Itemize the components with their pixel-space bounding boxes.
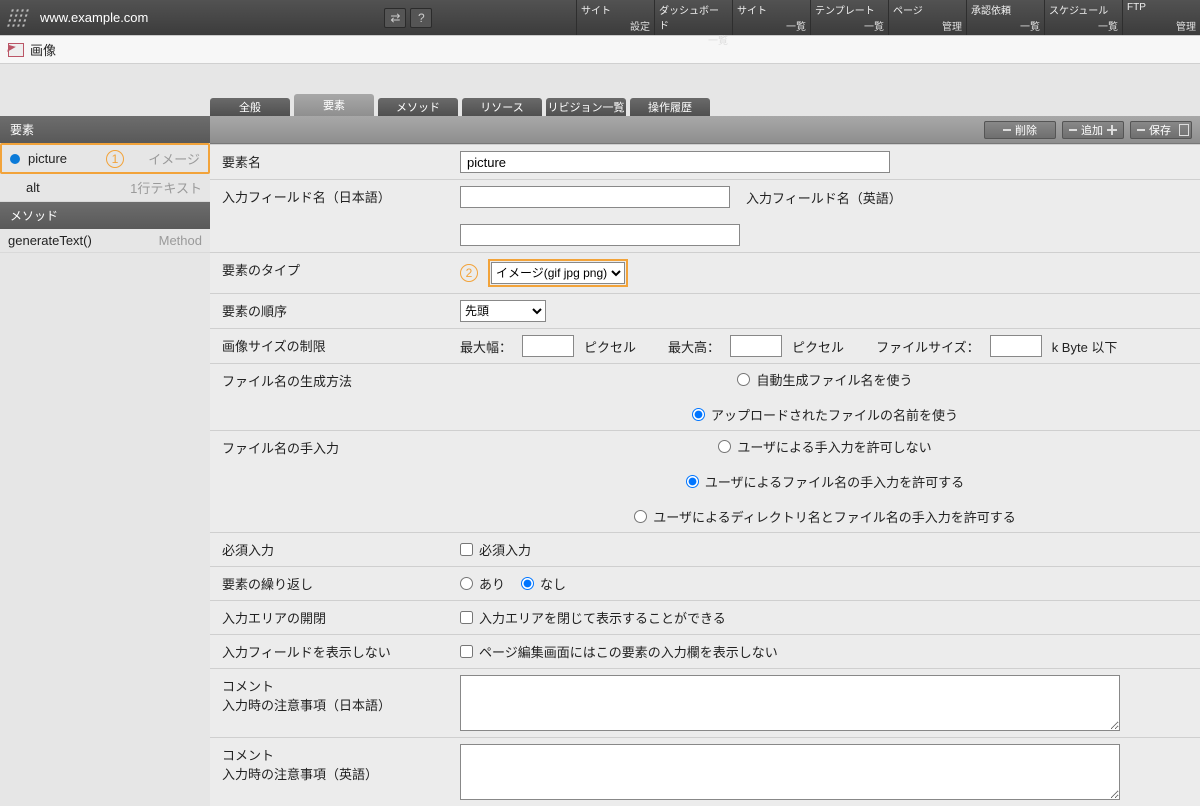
field-en-input[interactable]	[460, 224, 740, 246]
comment-jp-textarea[interactable]	[460, 675, 1120, 731]
nav-site-list[interactable]: サイト一覧	[732, 0, 810, 35]
plus-icon	[1107, 125, 1117, 135]
row-filename-manual: ファイル名の手入力 ユーザによる手入力を許可しない ユーザによるファイル名の手入…	[210, 431, 1200, 533]
topbar-spacer: ⇄ ?	[164, 0, 576, 35]
nav-dashboard[interactable]: ダッシュボード一覧	[654, 0, 732, 35]
help-icon[interactable]: ?	[410, 8, 432, 28]
top-bar: www.example.com ⇄ ? サイト設定 ダッシュボード一覧 サイト一…	[0, 0, 1200, 36]
comment-en-textarea[interactable]	[460, 744, 1120, 800]
callout-2: 2	[460, 264, 478, 282]
content: 全般 要素 メソッド リソース リビジョン一覧 操作履歴 削除 追加 保存 要素…	[210, 64, 1200, 806]
row-comment-en: コメント 入力時の注意事項（英語）	[210, 738, 1200, 806]
tab-method[interactable]: メソッド	[378, 98, 458, 116]
element-name-input[interactable]	[460, 151, 890, 173]
callout-1: 1	[106, 150, 124, 168]
tab-resource[interactable]: リソース	[462, 98, 542, 116]
row-element-name: 要素名	[210, 145, 1200, 180]
app-logo	[0, 0, 36, 36]
delete-button[interactable]: 削除	[984, 121, 1056, 139]
toolbar: 削除 追加 保存	[210, 116, 1200, 144]
minus-icon	[1069, 129, 1077, 131]
nav-approval[interactable]: 承認依頼一覧	[966, 0, 1044, 35]
sidebar-item-alt[interactable]: alt 1行テキスト	[0, 174, 210, 202]
sidebar-head-elements: 要素	[0, 116, 210, 143]
site-url: www.example.com	[36, 0, 164, 35]
minus-icon	[1137, 129, 1145, 131]
row-size-limit: 画像サイズの制限 最大幅： ピクセル 最大高： ピクセル ファイルサイズ： k …	[210, 329, 1200, 364]
element-type-select[interactable]: イメージ(gif jpg png)	[491, 262, 625, 284]
field-jp-input[interactable]	[460, 186, 730, 208]
hide-checkbox[interactable]: ページ編集画面にはこの要素の入力欄を表示しない	[460, 642, 778, 661]
row-comment-jp: コメント 入力時の注意事項（日本語）	[210, 669, 1200, 738]
page-title: 画像	[30, 40, 56, 59]
top-nav: サイト設定 ダッシュボード一覧 サイト一覧 テンプレート一覧 ページ管理 承認依…	[576, 0, 1200, 35]
row-hide-field: 入力フィールドを表示しない ページ編集画面にはこの要素の入力欄を表示しない	[210, 635, 1200, 669]
repeat-yes[interactable]: あり	[460, 574, 505, 593]
breadcrumb: 画像	[0, 36, 1200, 64]
repeat-no[interactable]: なし	[521, 574, 566, 593]
field-en-label: 入力フィールド名（英語）	[746, 188, 902, 207]
fngen-auto[interactable]: 自動生成ファイル名を使う	[737, 370, 912, 389]
row-order: 要素の順序 先頭	[210, 294, 1200, 329]
nav-schedule[interactable]: スケジュール一覧	[1044, 0, 1122, 35]
row-filename-gen: ファイル名の生成方法 自動生成ファイル名を使う アップロードされたファイルの名前…	[210, 364, 1200, 431]
nav-ftp[interactable]: FTP管理	[1122, 0, 1200, 35]
tab-general[interactable]: 全般	[210, 98, 290, 116]
fnman-dir[interactable]: ユーザによるディレクトリ名とファイル名の手入力を許可する	[634, 507, 1015, 526]
tab-elements[interactable]: 要素	[294, 94, 374, 116]
sidebar-head-methods: メソッド	[0, 202, 210, 229]
row-required: 必須入力 必須入力	[210, 533, 1200, 567]
fnman-none[interactable]: ユーザによる手入力を許可しない	[718, 437, 931, 456]
tab-revision[interactable]: リビジョン一覧	[546, 98, 626, 116]
max-height-input[interactable]	[730, 335, 782, 357]
minus-icon	[1003, 129, 1011, 131]
row-openclose: 入力エリアの開閉 入力エリアを閉じて表示することができる	[210, 601, 1200, 635]
fnman-file[interactable]: ユーザによるファイル名の手入力を許可する	[686, 472, 964, 491]
fngen-upload[interactable]: アップロードされたファイルの名前を使う	[692, 405, 958, 424]
form: 要素名 入力フィールド名（日本語） 入力フィールド名（英語） 要素のタイプ 2	[210, 144, 1200, 806]
nav-page[interactable]: ページ管理	[888, 0, 966, 35]
save-button[interactable]: 保存	[1130, 121, 1192, 139]
file-size-input[interactable]	[990, 335, 1042, 357]
nav-template[interactable]: テンプレート一覧	[810, 0, 888, 35]
swap-icon[interactable]: ⇄	[384, 8, 406, 28]
nav-site-settings[interactable]: サイト設定	[576, 0, 654, 35]
active-dot-icon	[10, 154, 20, 164]
sidebar: 要素 picture 1 イメージ alt 1行テキスト メソッド genera…	[0, 64, 210, 806]
image-icon	[8, 43, 24, 57]
row-repeat: 要素の繰り返し あり なし	[210, 567, 1200, 601]
row-field-names: 入力フィールド名（日本語） 入力フィールド名（英語）	[210, 180, 1200, 253]
sidebar-item-picture[interactable]: picture 1 イメージ	[0, 143, 210, 174]
tab-history[interactable]: 操作履歴	[630, 98, 710, 116]
required-checkbox[interactable]: 必須入力	[460, 540, 531, 559]
order-select[interactable]: 先頭	[460, 300, 546, 322]
row-element-type: 要素のタイプ 2 イメージ(gif jpg png)	[210, 253, 1200, 294]
add-button[interactable]: 追加	[1062, 121, 1124, 139]
tabs: 全般 要素 メソッド リソース リビジョン一覧 操作履歴	[210, 92, 1200, 116]
openclose-checkbox[interactable]: 入力エリアを閉じて表示することができる	[460, 608, 726, 627]
max-width-input[interactable]	[522, 335, 574, 357]
save-doc-icon	[1179, 124, 1189, 136]
sidebar-method-generatetext[interactable]: generateText() Method	[0, 229, 210, 253]
